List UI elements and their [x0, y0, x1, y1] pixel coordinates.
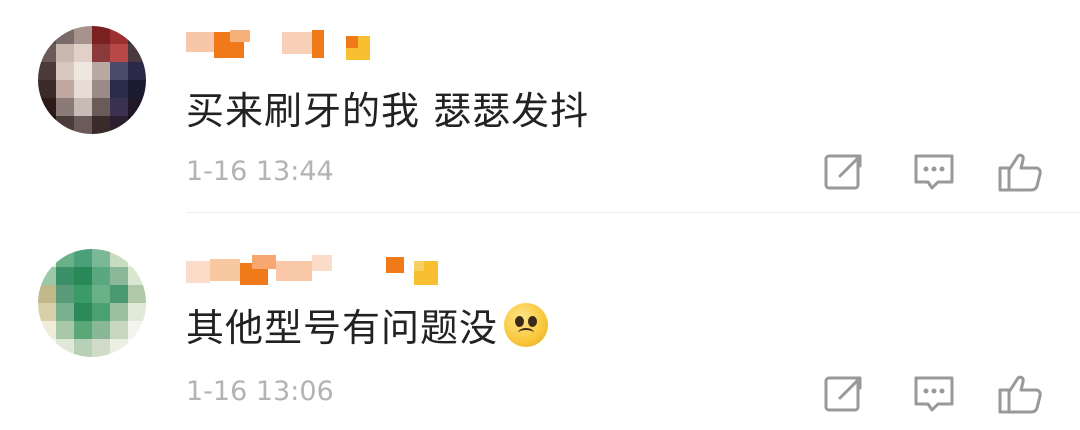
- comment-text: 买来刷牙的我 瑟瑟发抖: [186, 80, 589, 135]
- comment-timestamp: 1-16 13:44: [186, 156, 334, 187]
- comment-icon[interactable]: [910, 370, 958, 418]
- comment-item: 买来刷牙的我 瑟瑟发抖 1-16 13:44: [0, 0, 1080, 215]
- share-icon[interactable]: [820, 148, 868, 196]
- comment-actions: [820, 148, 1050, 196]
- comment-timestamp: 1-16 13:06: [186, 376, 334, 407]
- comment-text-content: 买来刷牙的我 瑟瑟发抖: [186, 89, 590, 133]
- thumbs-up-icon[interactable]: [996, 148, 1044, 196]
- username[interactable]: [186, 30, 446, 62]
- comment-item: 其他型号有问题没 1-16 13:06: [0, 215, 1080, 430]
- divider: [186, 212, 1080, 213]
- username[interactable]: [186, 253, 446, 285]
- comment-icon[interactable]: [910, 148, 958, 196]
- comment-text: 其他型号有问题没: [186, 297, 549, 352]
- comment-actions: [820, 370, 1050, 418]
- share-icon[interactable]: [820, 370, 868, 418]
- pleading-face-icon: [504, 302, 549, 347]
- comment-text-content: 其他型号有问题没: [186, 306, 499, 350]
- avatar[interactable]: [38, 249, 146, 357]
- thumbs-up-icon[interactable]: [996, 370, 1044, 418]
- avatar[interactable]: [38, 26, 146, 134]
